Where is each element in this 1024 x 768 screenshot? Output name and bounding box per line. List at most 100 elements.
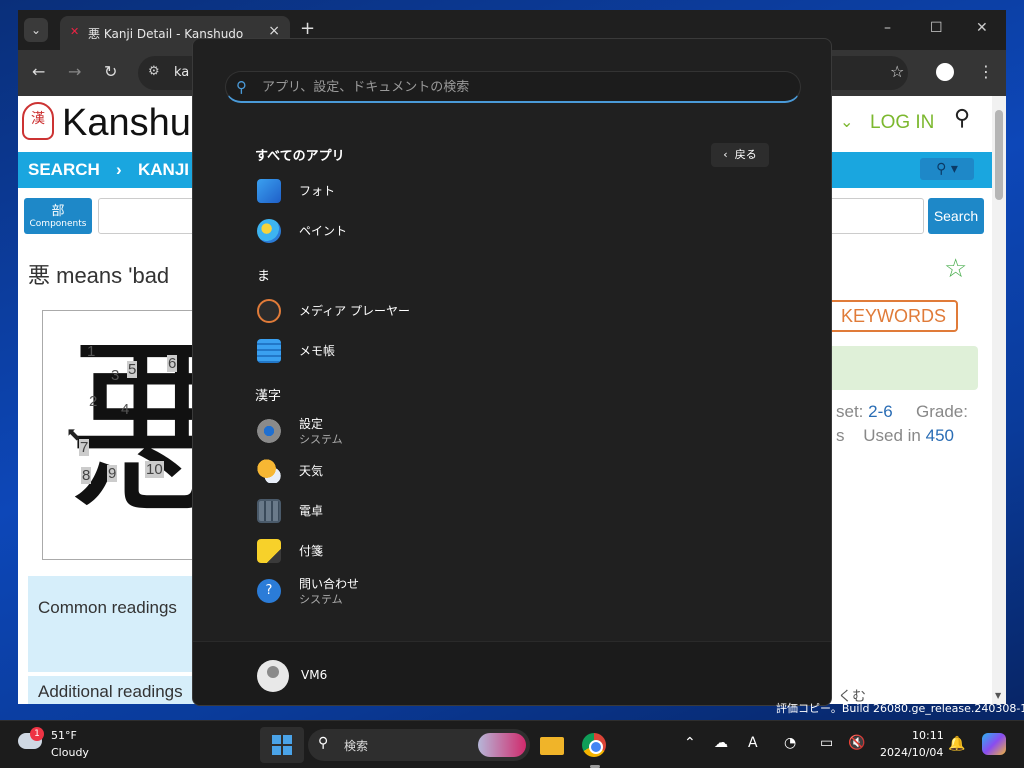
mouse-pointer-icon: ⬉: [66, 424, 82, 445]
components-sub-label: Components: [29, 219, 87, 229]
start-button[interactable]: [260, 727, 304, 763]
group-letter-ma[interactable]: ま: [257, 265, 270, 284]
start-search-input[interactable]: [262, 77, 782, 97]
used-info: s Used in 450: [836, 426, 954, 446]
breadcrumb-search[interactable]: SEARCH: [28, 160, 100, 180]
stroke-number: 2: [89, 393, 98, 410]
paint-icon: [257, 219, 281, 243]
additional-readings-panel: Additional readings: [28, 676, 208, 704]
stroke-number: 8: [81, 467, 92, 484]
search-button[interactable]: Search: [928, 198, 984, 234]
search-icon[interactable]: ⚲: [954, 106, 970, 131]
calculator-icon: [257, 499, 281, 523]
copilot-icon[interactable]: [982, 733, 1006, 755]
used-prefix: s: [836, 426, 845, 445]
bar-search-dropdown[interactable]: ⚲ ▾: [920, 158, 974, 180]
breadcrumb-separator: ›: [116, 160, 122, 179]
kanji-meaning-heading: 悪 means 'bad: [28, 263, 170, 288]
browser-menu-icon[interactable]: ⋮: [978, 62, 994, 81]
app-item-paint[interactable]: ペイント: [255, 213, 775, 249]
close-window-button[interactable]: ✕: [976, 20, 988, 36]
app-subtitle: システム: [299, 593, 343, 606]
back-arrow-icon[interactable]: ←: [32, 62, 45, 81]
components-button[interactable]: 部 Components: [24, 198, 92, 234]
stroke-number: 3: [111, 367, 120, 384]
login-link[interactable]: LOG IN: [870, 112, 934, 134]
scroll-down-arrow-icon[interactable]: ▼: [995, 691, 1001, 700]
start-search-box[interactable]: ⚲: [225, 71, 801, 103]
app-item-notepad[interactable]: メモ帳: [255, 333, 775, 369]
onedrive-offline-icon[interactable]: ☁: [714, 735, 728, 751]
volume-muted-icon[interactable]: 🔇: [848, 735, 865, 751]
new-tab-button[interactable]: +: [300, 18, 315, 39]
taskbar-search[interactable]: ⚲ 検索: [308, 729, 530, 761]
search-icon: ⚲: [236, 78, 247, 96]
weather-icon: [257, 459, 281, 483]
stroke-number: 9: [107, 465, 118, 482]
weather-temperature[interactable]: 51°F: [51, 729, 77, 742]
user-avatar[interactable]: [257, 660, 289, 692]
chrome-icon[interactable]: [578, 729, 610, 761]
clock-date[interactable]: 2024/10/04: [880, 746, 943, 759]
site-info-icon[interactable]: ⚙: [148, 64, 160, 79]
scrollbar-thumb[interactable]: [995, 110, 1003, 200]
file-explorer-icon[interactable]: [536, 729, 568, 761]
ime-mode[interactable]: A: [748, 735, 758, 751]
back-button-label: 戻る: [734, 148, 757, 161]
ime-options-icon[interactable]: ◔: [784, 735, 796, 751]
used-label: Used in: [863, 426, 921, 445]
used-value-link[interactable]: 450: [926, 426, 954, 445]
app-item-settings[interactable]: 設定 システム: [255, 413, 775, 449]
app-item-calculator[interactable]: 電卓: [255, 493, 775, 529]
windows-logo-icon: [272, 735, 292, 755]
network-icon[interactable]: ▭: [820, 735, 833, 751]
notification-bell-icon[interactable]: 🔔: [948, 736, 965, 752]
additional-readings-label: Additional readings: [38, 682, 183, 701]
info-highlight-box: [818, 346, 978, 390]
reload-icon[interactable]: ↻: [104, 62, 117, 81]
app-name: フォト: [299, 184, 336, 198]
minimize-button[interactable]: –: [884, 20, 891, 36]
photos-icon: [257, 179, 281, 203]
app-item-weather[interactable]: 天気: [255, 453, 775, 489]
chevron-down-icon[interactable]: ⌄: [840, 112, 853, 131]
tab-search-dropdown[interactable]: ⌄: [24, 18, 48, 42]
chevron-up-icon[interactable]: ⌃: [684, 735, 696, 751]
app-item-media-player[interactable]: メディア プレーヤー: [255, 293, 775, 329]
back-button[interactable]: ‹ 戻る: [711, 143, 769, 167]
user-name[interactable]: VM6: [301, 668, 327, 682]
page-scrollbar[interactable]: ▼: [992, 96, 1006, 704]
bookmark-star-icon[interactable]: ☆: [890, 62, 904, 81]
favorite-star-icon[interactable]: ☆: [944, 254, 967, 284]
settings-icon: [257, 419, 281, 443]
set-value-link[interactable]: 2-6: [868, 402, 893, 421]
forward-arrow-icon[interactable]: →: [68, 62, 81, 81]
start-menu: ⚲ すべてのアプリ ‹ 戻る フォト ペイント ま メディア プレーヤー メモ帳…: [192, 38, 832, 706]
stroke-number: 6: [167, 355, 178, 372]
app-name: メモ帳: [299, 344, 336, 358]
app-name: 付箋: [299, 544, 324, 558]
app-item-photos[interactable]: フォト: [255, 173, 775, 209]
app-name: 問い合わせ: [299, 577, 360, 591]
components-label: 部: [51, 204, 65, 219]
maximize-button[interactable]: ☐: [930, 20, 943, 36]
site-title[interactable]: Kanshu: [62, 102, 191, 145]
clock-time[interactable]: 10:11: [912, 729, 944, 742]
app-item-sticky-notes[interactable]: 付箋: [255, 533, 775, 569]
group-letter-kanji[interactable]: 漢字: [255, 385, 281, 404]
app-item-get-help[interactable]: ? 問い合わせ システム: [255, 573, 775, 609]
evaluation-watermark: 評価コピー。Build 26080.ge_release.240308-1400: [776, 702, 1024, 715]
common-readings-panel: Common readings: [28, 576, 208, 672]
kanshudo-logo-icon[interactable]: 漢: [22, 102, 54, 140]
tab-close-icon[interactable]: ×: [268, 23, 280, 39]
weather-badge: 1: [30, 727, 44, 741]
app-name: 設定: [299, 417, 324, 431]
weather-description[interactable]: Cloudy: [51, 746, 89, 759]
app-name: メディア プレーヤー: [299, 304, 410, 318]
breadcrumb-kanji[interactable]: KANJI: [138, 160, 189, 180]
profile-icon[interactable]: [936, 63, 954, 81]
stroke-number: 4: [121, 401, 130, 418]
search-icon: ⚲: [318, 735, 329, 751]
taskbar-search-label: 検索: [344, 739, 369, 753]
stroke-number: 10: [145, 461, 164, 478]
